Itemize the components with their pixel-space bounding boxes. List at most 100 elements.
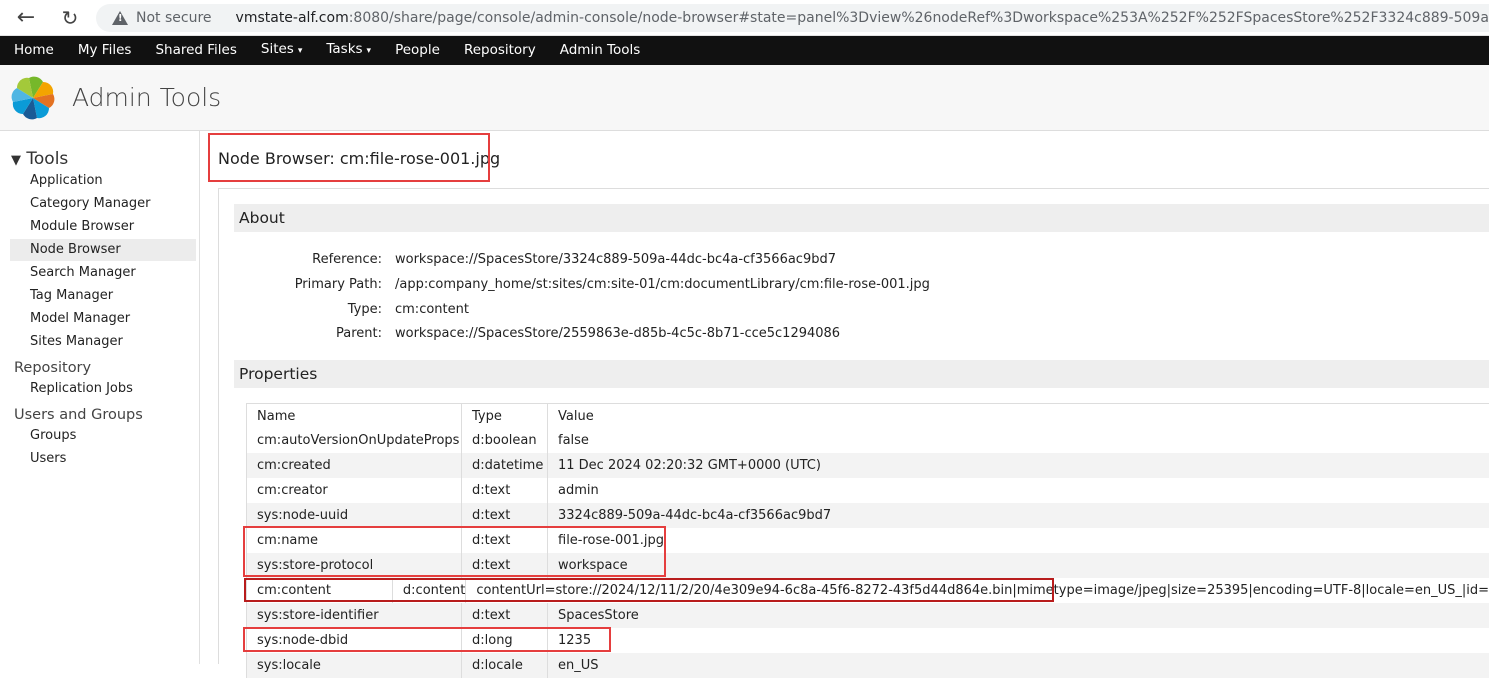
property-type: d:boolean [462,428,548,453]
sidebar-tools-label: Tools [26,149,69,169]
table-row: cm:content d:content contentUrl=store://… [247,578,1489,603]
back-arrow-icon[interactable]: ← [8,3,44,33]
sidebar-item-model-manager[interactable]: Model Manager [30,311,130,326]
property-name: sys:store-protocol [247,553,462,578]
about-label: Reference: [312,252,382,267]
main-content: Node Browser: cm:file-rose-001.jpg About… [200,131,1489,678]
property-type: d:text [462,553,548,578]
sidebar-item-sites-manager[interactable]: Sites Manager [30,334,123,349]
title-highlight-box [208,133,490,182]
property-value: contentUrl=store://2024/12/11/2/20/4e309… [476,583,1489,598]
table-row: cm:name d:text file-rose-001.jpg [247,528,1489,553]
property-value: 3324c889-509a-44dc-bc4a-cf3566ac9bd7 [558,508,832,523]
url-host: vmstate-alf.com [235,10,349,26]
sidebar-item-application[interactable]: Application [30,173,103,188]
about-label: Primary Path: [294,277,382,292]
property-name: sys:node-dbid [247,628,462,653]
about-label: Type: [347,302,382,317]
property-name: sys:node-uuid [247,503,462,528]
address-bar[interactable]: Not secure vmstate-alf.com:8080/share/pa… [96,4,1489,32]
sidebar-item-search-manager[interactable]: Search Manager [30,265,136,280]
about-value: workspace://SpacesStore/3324c889-509a-44… [395,252,836,267]
property-value: 1235 [558,633,592,648]
nav-sites-label: Sites [260,41,294,57]
table-row: sys:locale d:locale en_US [247,653,1489,678]
sidebar-item-category-manager[interactable]: Category Manager [30,196,151,211]
browser-toolbar: ← ↻ Not secure vmstate-alf.com:8080/shar… [0,0,1489,36]
nav-sites[interactable]: Sites ▾ [249,35,314,66]
property-type: d:long [462,628,548,653]
property-value: 11 Dec 2024 02:20:32 GMT+0000 (UTC) [558,458,821,473]
not-secure-label: Not secure [136,10,212,26]
nav-admin-tools[interactable]: Admin Tools [548,36,653,65]
app-nav-bar: Home My Files Shared Files Sites ▾ Tasks ▾… [0,36,1489,65]
sidebar-tools-heading[interactable]: ▼ Tools [11,149,68,169]
nav-shared-files[interactable]: Shared Files [143,36,248,65]
nav-repository[interactable]: Repository [452,36,548,65]
nav-my-files[interactable]: My Files [66,36,144,65]
properties-section-header: Properties [234,360,1489,388]
about-value[interactable]: workspace://SpacesStore/2559863e-d85b-4c… [395,326,840,341]
table-row: cm:created d:datetime 11 Dec 2024 02:20:… [247,453,1489,478]
reload-icon[interactable]: ↻ [52,3,88,33]
column-header-type: Type [462,404,548,428]
sidebar-item-groups[interactable]: Groups [30,428,76,443]
property-name: cm:created [247,453,462,478]
caret-down-icon: ▾ [297,46,303,56]
property-type: d:datetime [462,453,548,478]
alfresco-logo-icon [11,76,55,120]
property-name: cm:name [247,528,462,553]
table-row: sys:node-dbid d:long 1235 [247,628,1489,653]
sidebar: ▼ Tools Application Category Manager Mod… [0,131,200,664]
property-type: d:locale [462,653,548,678]
nav-tasks-label: Tasks [326,41,363,57]
about-row-type: Type: cm:content [234,302,1134,322]
about-label: Parent: [336,326,382,341]
property-type: d:text [462,603,548,628]
column-header-name: Name [247,404,462,428]
properties-table: Name Type Value cm:autoVersionOnUpdatePr… [246,403,1489,678]
warning-icon [112,11,128,25]
property-type: d:text [462,503,548,528]
column-header-value: Value [558,409,594,424]
property-value: en_US [558,658,599,673]
sidebar-users-groups-heading[interactable]: Users and Groups [14,407,143,423]
about-row-reference: Reference: workspace://SpacesStore/3324c… [234,252,1134,272]
about-row-primary-path: Primary Path: /app:company_home/st:sites… [234,277,1134,297]
property-value: SpacesStore [558,608,639,623]
property-value: workspace [558,558,628,573]
property-value: false [558,433,589,448]
nav-home[interactable]: Home [2,36,66,65]
property-name: sys:store-identifier [247,603,462,628]
table-row: sys:store-identifier d:text SpacesStore [247,603,1489,628]
caret-down-icon: ▾ [366,46,372,56]
about-section-header: About [234,204,1489,232]
triangle-down-icon: ▼ [11,153,21,168]
sidebar-item-users[interactable]: Users [30,451,66,466]
table-row: cm:autoVersionOnUpdateProps d:boolean fa… [247,428,1489,453]
nav-people[interactable]: People [383,36,452,65]
table-row: sys:store-protocol d:text workspace [247,553,1489,578]
node-details-panel: About Reference: workspace://SpacesStore… [218,188,1489,678]
property-type: d:text [462,478,548,503]
table-row: cm:creator d:text admin [247,478,1489,503]
sidebar-item-tag-manager[interactable]: Tag Manager [30,288,113,303]
property-name: cm:creator [247,478,462,503]
sidebar-item-replication-jobs[interactable]: Replication Jobs [30,381,133,396]
page-header: Admin Tools [0,65,1489,131]
property-type: d:content [393,578,467,603]
property-value: admin [558,483,599,498]
url-path: :8080/share/page/console/admin-console/n… [348,10,1489,26]
property-name: sys:locale [247,653,462,678]
about-value: /app:company_home/st:sites/cm:site-01/cm… [395,277,930,292]
property-type: d:text [462,528,548,553]
property-name: cm:content [247,578,393,603]
table-header-row: Name Type Value [247,404,1489,428]
sidebar-item-node-browser[interactable]: Node Browser [10,239,196,261]
table-row: sys:node-uuid d:text 3324c889-509a-44dc-… [247,503,1489,528]
about-row-parent: Parent: workspace://SpacesStore/2559863e… [234,326,1134,346]
sidebar-item-module-browser[interactable]: Module Browser [30,219,134,234]
property-name: cm:autoVersionOnUpdateProps [247,428,462,453]
nav-tasks[interactable]: Tasks ▾ [314,35,383,66]
sidebar-repository-heading[interactable]: Repository [14,360,91,376]
